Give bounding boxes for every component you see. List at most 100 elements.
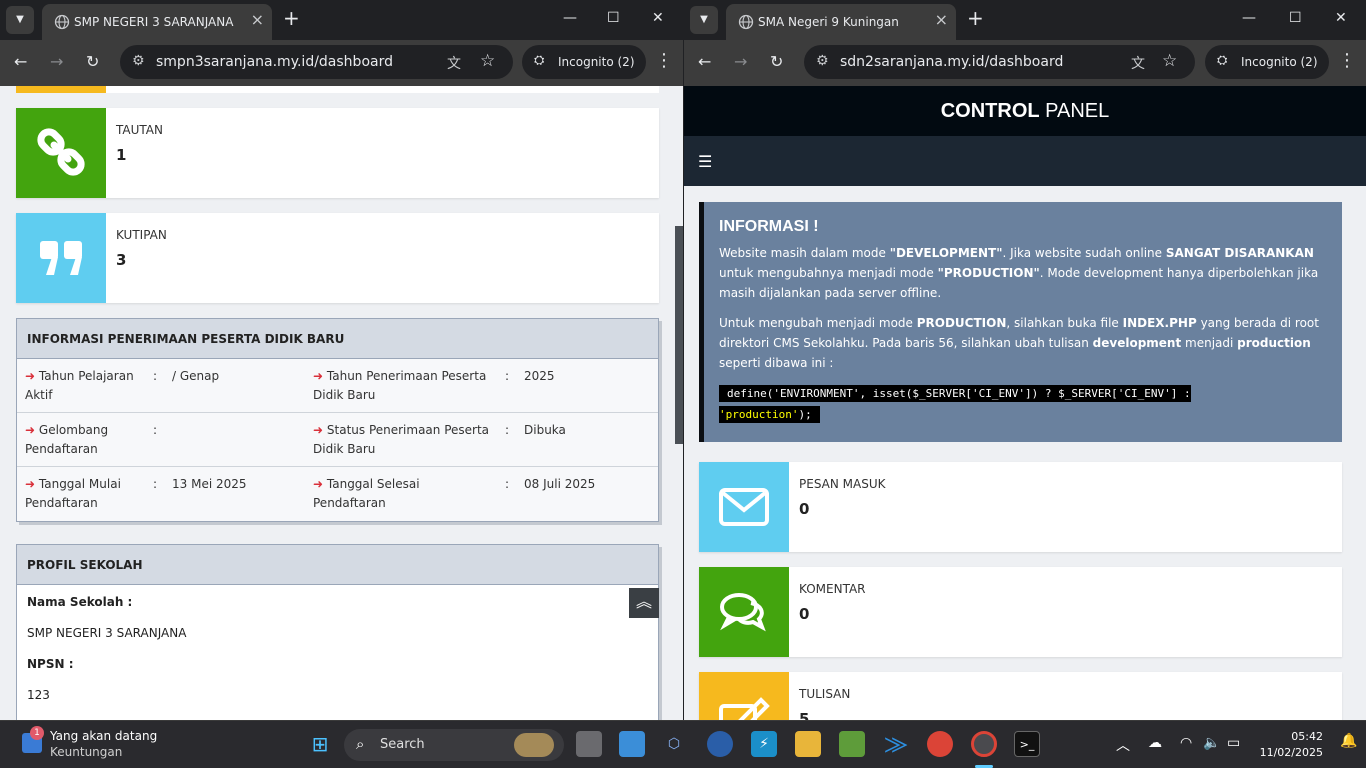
stat-box-komentar: KOMENTAR 0 [699, 567, 1342, 657]
npsn-label: NPSN : [27, 657, 74, 671]
terminal-icon[interactable]: >_ [1014, 731, 1040, 757]
new-tab-button[interactable]: + [967, 6, 984, 30]
quote-icon [16, 213, 106, 303]
tab-search-button[interactable]: ▼ [690, 6, 718, 34]
maximize-icon[interactable]: ☐ [1289, 10, 1302, 26]
translate-icon[interactable]: 文 [1131, 53, 1145, 73]
incognito-icon: ⛭ [534, 53, 545, 68]
browser-toolbar: ← → ↻ ⚙ sdn2saranjana.my.id/dashboard 文 … [684, 40, 1366, 86]
close-window-icon[interactable]: ✕ [1335, 10, 1347, 26]
pencil-icon [699, 672, 789, 720]
back-icon[interactable]: ← [698, 52, 711, 71]
vscode-icon[interactable]: ⨠ [883, 731, 909, 757]
close-tab-icon[interactable]: × [251, 10, 264, 29]
tab-active[interactable]: SMA Negeri 9 Kuningan × [726, 4, 956, 40]
sign-in-icon: ➜ [313, 477, 324, 491]
app-icon[interactable] [619, 731, 645, 757]
stat-box-tautan: TAUTAN 1 [16, 108, 659, 198]
comments-icon [699, 567, 789, 657]
page-content: TAUTAN 1 KUTIPAN 3 INFORMASI PENERIMAAN … [0, 86, 683, 720]
site-info-icon[interactable]: ⚙ [132, 53, 145, 69]
task-view-icon[interactable] [576, 731, 602, 757]
row-value: Dibuka [524, 423, 566, 437]
battery-icon[interactable]: ▭ [1227, 735, 1240, 751]
scroll-to-top-button[interactable]: ︽ [629, 588, 659, 618]
tab-title: SMA Negeri 9 Kuningan [758, 15, 899, 29]
partial-stat-box [16, 86, 106, 93]
incognito-indicator[interactable]: ⛭ Incognito (2) [522, 45, 646, 79]
incognito-label: Incognito (2) [1241, 55, 1318, 69]
notification-bell-icon[interactable]: 🔔 [1340, 733, 1357, 749]
maximize-icon[interactable]: ☐ [607, 10, 620, 26]
globe-icon [54, 14, 70, 30]
virtualbox-icon[interactable]: ⬡ [661, 731, 687, 757]
double-chevron-up-icon: ︽ [635, 592, 652, 611]
clock[interactable]: 05:42 11/02/2025 [1260, 729, 1323, 761]
incognito-indicator[interactable]: ⛭ Incognito (2) [1205, 45, 1329, 79]
notification-badge: 1 [30, 726, 44, 740]
tab-active[interactable]: SMP NEGERI 3 SARANJANA × [42, 4, 272, 40]
stat-value: 3 [116, 251, 127, 269]
envelope-icon [699, 462, 789, 552]
bookmark-star-icon[interactable]: ☆ [480, 51, 495, 71]
npsn-value: 123 [27, 688, 50, 702]
cloud-sync-icon[interactable]: ☁ [1148, 735, 1162, 751]
reload-icon[interactable]: ↻ [86, 52, 99, 71]
tab-search-button[interactable]: ▼ [6, 6, 34, 34]
minimize-icon[interactable]: — [1242, 10, 1256, 26]
row-value: / Genap [172, 369, 220, 383]
forward-icon[interactable]: → [50, 52, 63, 71]
wifi-icon[interactable]: ◠ [1180, 735, 1192, 751]
app-icon[interactable] [839, 731, 865, 757]
file-explorer-icon[interactable] [795, 731, 821, 757]
bookmark-star-icon[interactable]: ☆ [1162, 51, 1177, 71]
address-bar[interactable]: ⚙ sdn2saranjana.my.id/dashboard 文 ☆ [804, 45, 1195, 79]
taskbar-search[interactable]: ⌕ Search [344, 729, 564, 761]
stat-value: 1 [116, 146, 127, 164]
row-value: 2025 [524, 369, 555, 383]
menu-kebab-icon[interactable]: ⋮ [655, 50, 673, 71]
menu-kebab-icon[interactable]: ⋮ [1338, 50, 1356, 71]
panel-title: INFORMASI PENERIMAAN PESERTA DIDIK BARU [17, 319, 658, 359]
translate-icon[interactable]: 文 [447, 53, 461, 73]
browser-toolbar: ← → ↻ ⚙ smpn3saranjana.my.id/dashboard 文… [0, 40, 683, 86]
ppdb-row: ➜ Tanggal Mulai Pendaftaran : 13 Mei 202… [17, 467, 658, 521]
taskbar: 1 Yang akan datang Keuntungan ⊞ ⌕ Search… [0, 720, 1366, 768]
app-icon[interactable]: ⚡ [751, 731, 777, 757]
panel-word: PANEL [1039, 100, 1110, 122]
minimize-icon[interactable]: — [563, 10, 577, 26]
tab-bar: ▼ SMP NEGERI 3 SARANJANA × + — ☐ ✕ [0, 0, 683, 40]
stat-label: KUTIPAN [116, 228, 167, 242]
tab-title: SMP NEGERI 3 SARANJANA [74, 15, 234, 29]
sign-in-icon: ➜ [25, 477, 36, 491]
app-icon[interactable] [707, 731, 733, 757]
scrollbar-thumb[interactable] [675, 226, 683, 444]
volume-icon[interactable]: 🔈 [1203, 735, 1220, 751]
new-tab-button[interactable]: + [283, 6, 300, 30]
incognito-icon: ⛭ [1217, 53, 1228, 68]
widget-title: Yang akan datang [50, 729, 158, 743]
top-navbar: ☰ [684, 136, 1366, 186]
row-label: ➜ Tanggal Mulai Pendaftaran [25, 477, 121, 510]
address-bar[interactable]: ⚙ smpn3saranjana.my.id/dashboard 文 ☆ [120, 45, 513, 79]
chrome-icon[interactable] [927, 731, 953, 757]
reload-icon[interactable]: ↻ [770, 52, 783, 71]
partial-stat-box-body [106, 86, 659, 93]
sign-in-icon: ➜ [313, 423, 324, 437]
stat-box-pesan-masuk: PESAN MASUK 0 [699, 462, 1342, 552]
clock-time: 05:42 [1291, 730, 1323, 743]
hamburger-menu-icon[interactable]: ☰ [698, 152, 712, 171]
stat-label: TULISAN [799, 687, 851, 701]
alert-title: INFORMASI ! [719, 218, 819, 235]
forward-icon[interactable]: → [734, 52, 747, 71]
sign-in-icon: ➜ [25, 369, 36, 383]
close-window-icon[interactable]: ✕ [652, 10, 664, 26]
show-hidden-icons[interactable]: ︿ [1116, 735, 1130, 755]
windows-start-icon[interactable]: ⊞ [307, 731, 333, 757]
chrome-incognito-icon[interactable] [971, 731, 997, 757]
search-icon: ⌕ [356, 735, 365, 753]
sign-in-icon: ➜ [313, 369, 324, 383]
back-icon[interactable]: ← [14, 52, 27, 71]
close-tab-icon[interactable]: × [935, 10, 948, 29]
site-info-icon[interactable]: ⚙ [816, 53, 829, 69]
